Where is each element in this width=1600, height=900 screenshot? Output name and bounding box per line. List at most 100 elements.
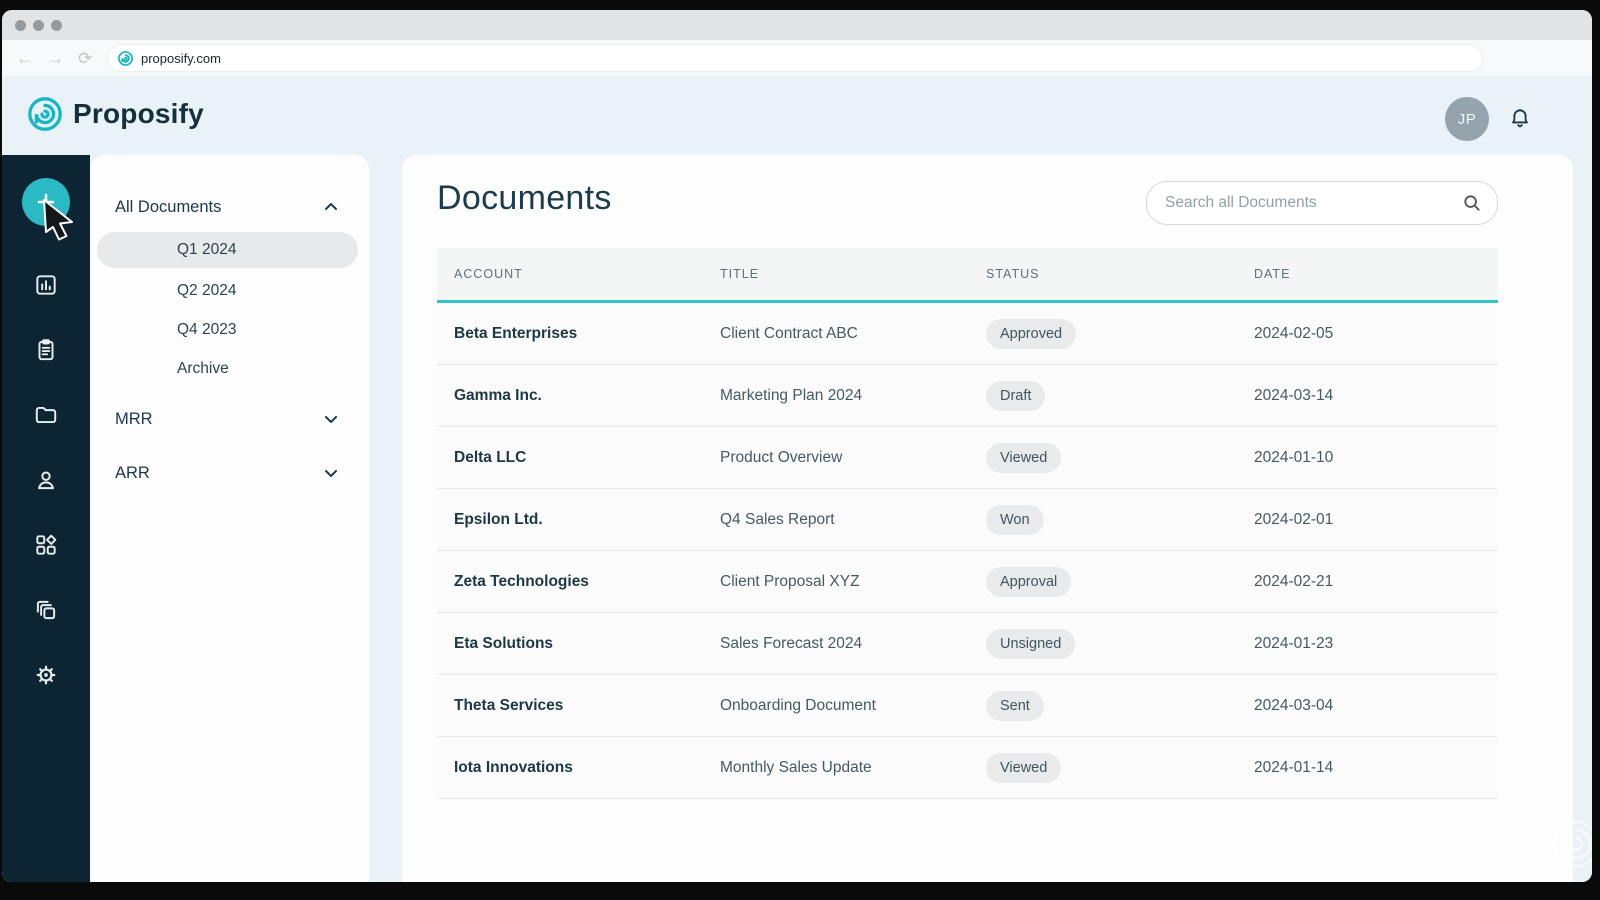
- status-badge: Draft: [986, 380, 1046, 411]
- table-row[interactable]: Iota Innovations Monthly Sales Update View…: [437, 737, 1498, 799]
- status-badge: Viewed: [986, 442, 1062, 473]
- table-row[interactable]: Theta Services Onboarding Document Sent 202…: [437, 675, 1498, 737]
- tree-section-mrr[interactable]: MRR: [90, 402, 369, 436]
- cell-account: Zeta Technologies: [454, 572, 589, 590]
- window-zoom-button[interactable]: [51, 19, 62, 31]
- dashboard-icon: [36, 534, 57, 555]
- cell-status: Unsigned: [969, 628, 1237, 659]
- avatar[interactable]: JP: [1445, 97, 1489, 141]
- tree-section-label: ARR: [115, 463, 150, 482]
- cell-title: Marketing Plan 2024: [720, 386, 863, 404]
- search-box[interactable]: [1146, 181, 1498, 225]
- cell-status: Draft: [969, 380, 1237, 411]
- folder-icon: [35, 406, 57, 424]
- cell-date: 2024-01-10: [1254, 448, 1334, 466]
- cell-title: Monthly Sales Update: [720, 758, 872, 776]
- column-header-status: STATUS: [986, 267, 1040, 281]
- settings-gear-icon: [36, 665, 56, 685]
- browser-toolbar: ← → ⟳ proposify.com: [2, 40, 1592, 76]
- table-row[interactable]: Gamma Inc. Marketing Plan 2024 Draft 2024-0…: [437, 365, 1498, 427]
- nav-contacts-button[interactable]: [33, 467, 59, 493]
- cell-date: 2024-01-23: [1254, 634, 1334, 652]
- tree-item-archive[interactable]: Archive: [97, 349, 358, 388]
- tree-item-q4-2023[interactable]: Q4 2023: [97, 310, 358, 349]
- table-header: ACCOUNT TITLE STATUS DATE: [437, 248, 1498, 303]
- tree-item-q2-2024[interactable]: Q2 2024: [97, 271, 358, 310]
- back-button[interactable]: ←: [16, 50, 33, 67]
- cell-title: Sales Forecast 2024: [720, 634, 863, 652]
- cell-date: 2024-03-04: [1254, 696, 1334, 714]
- window-close-button[interactable]: [15, 19, 26, 31]
- screenshot-frame: ← → ⟳ proposify.com Proposify JP All Doc…: [0, 0, 1600, 900]
- search-icon[interactable]: [1461, 192, 1483, 214]
- notifications-button[interactable]: [1506, 106, 1534, 134]
- documents-table: ACCOUNT TITLE STATUS DATE Beta Enterprises C…: [437, 248, 1498, 799]
- nav-folders-button[interactable]: [33, 402, 59, 428]
- clipboard-icon: [38, 339, 54, 361]
- status-badge: Sent: [986, 690, 1044, 721]
- cell-status: Viewed: [969, 442, 1237, 473]
- browser-titlebar: [2, 10, 1592, 40]
- cell-title: Client Contract ABC: [720, 324, 858, 342]
- table-row[interactable]: Eta Solutions Sales Forecast 2024 Unsigned…: [437, 613, 1498, 675]
- nav-templates-button[interactable]: [33, 532, 59, 558]
- column-header-account: ACCOUNT: [454, 267, 523, 281]
- app-body: All Documents Q1 2024 Q2 2024 Q4 2023 Archiv…: [2, 155, 1592, 882]
- cell-title: Product Overview: [720, 448, 843, 466]
- cell-status: Sent: [969, 690, 1237, 721]
- table-row[interactable]: Epsilon Ltd. Q4 Sales Report Won 2024-02-01: [437, 489, 1498, 551]
- cell-title: Onboarding Document: [720, 696, 876, 714]
- tree-section-label: MRR: [115, 409, 153, 428]
- nav-settings-button[interactable]: [33, 662, 59, 688]
- cell-status: Approval: [969, 566, 1237, 597]
- tree-section-arr[interactable]: ARR: [90, 456, 369, 490]
- reload-button[interactable]: ⟳: [78, 50, 92, 67]
- nav-reports-button[interactable]: [33, 272, 59, 298]
- cell-title: Q4 Sales Report: [720, 510, 835, 528]
- cell-status: Won: [969, 504, 1237, 535]
- nav-documents-button[interactable]: [33, 337, 59, 363]
- bar-chart-icon: [36, 275, 56, 295]
- cell-date: 2024-01-14: [1254, 758, 1334, 776]
- cell-account: Epsilon Ltd.: [454, 510, 543, 528]
- chevron-down-icon: [323, 465, 339, 481]
- cell-date: 2024-02-01: [1254, 510, 1334, 528]
- table-row[interactable]: Zeta Technologies Client Proposal XYZ Appr…: [437, 551, 1498, 613]
- cell-account: Iota Innovations: [454, 758, 573, 776]
- nav-library-button[interactable]: [33, 597, 59, 623]
- status-badge: Viewed: [986, 752, 1062, 783]
- status-badge: Approved: [986, 318, 1077, 349]
- proposify-logo[interactable]: Proposify: [26, 95, 204, 133]
- brand-name: Proposify: [73, 98, 204, 129]
- status-badge: Approval: [986, 566, 1072, 597]
- status-badge: Unsigned: [986, 628, 1076, 659]
- tree-item-q1-2024[interactable]: Q1 2024: [97, 232, 358, 268]
- watermark-logo: [1552, 820, 1592, 868]
- cell-account: Delta LLC: [454, 448, 527, 466]
- window-minimize-button[interactable]: [33, 19, 44, 31]
- cell-date: 2024-02-21: [1254, 572, 1334, 590]
- chevron-up-icon: [323, 199, 339, 215]
- cell-account: Eta Solutions: [454, 634, 554, 652]
- table-row[interactable]: Delta LLC Product Overview Viewed 2024-01-1…: [437, 427, 1498, 489]
- table-row[interactable]: Beta Enterprises Client Contract ABC Appro…: [437, 303, 1498, 365]
- search-input[interactable]: [1163, 193, 1461, 213]
- column-header-title: TITLE: [720, 267, 760, 281]
- person-icon: [37, 471, 55, 490]
- mouse-cursor: [43, 199, 73, 241]
- documents-main: Documents ACCOUNT TITLE STATUS DATE: [402, 155, 1573, 882]
- copies-icon: [36, 600, 56, 620]
- cell-date: 2024-02-05: [1254, 324, 1334, 342]
- forward-button[interactable]: →: [47, 50, 64, 67]
- chevron-down-icon: [323, 411, 339, 427]
- doc-tree: All Documents Q1 2024 Q2 2024 Q4 2023 Archiv…: [90, 190, 369, 490]
- address-bar[interactable]: proposify.com: [108, 45, 1482, 71]
- cell-status: Approved: [969, 318, 1237, 349]
- documents-sidebar: All Documents Q1 2024 Q2 2024 Q4 2023 Archiv…: [90, 155, 369, 882]
- tree-section-all-documents[interactable]: All Documents: [90, 190, 369, 224]
- cell-account: Gamma Inc.: [454, 386, 542, 404]
- browser-window: ← → ⟳ proposify.com Proposify JP All Doc…: [2, 10, 1592, 882]
- app-header: Proposify JP: [2, 76, 1592, 155]
- proposify-favicon: [118, 50, 133, 66]
- table-body: Beta Enterprises Client Contract ABC Appro…: [437, 303, 1498, 799]
